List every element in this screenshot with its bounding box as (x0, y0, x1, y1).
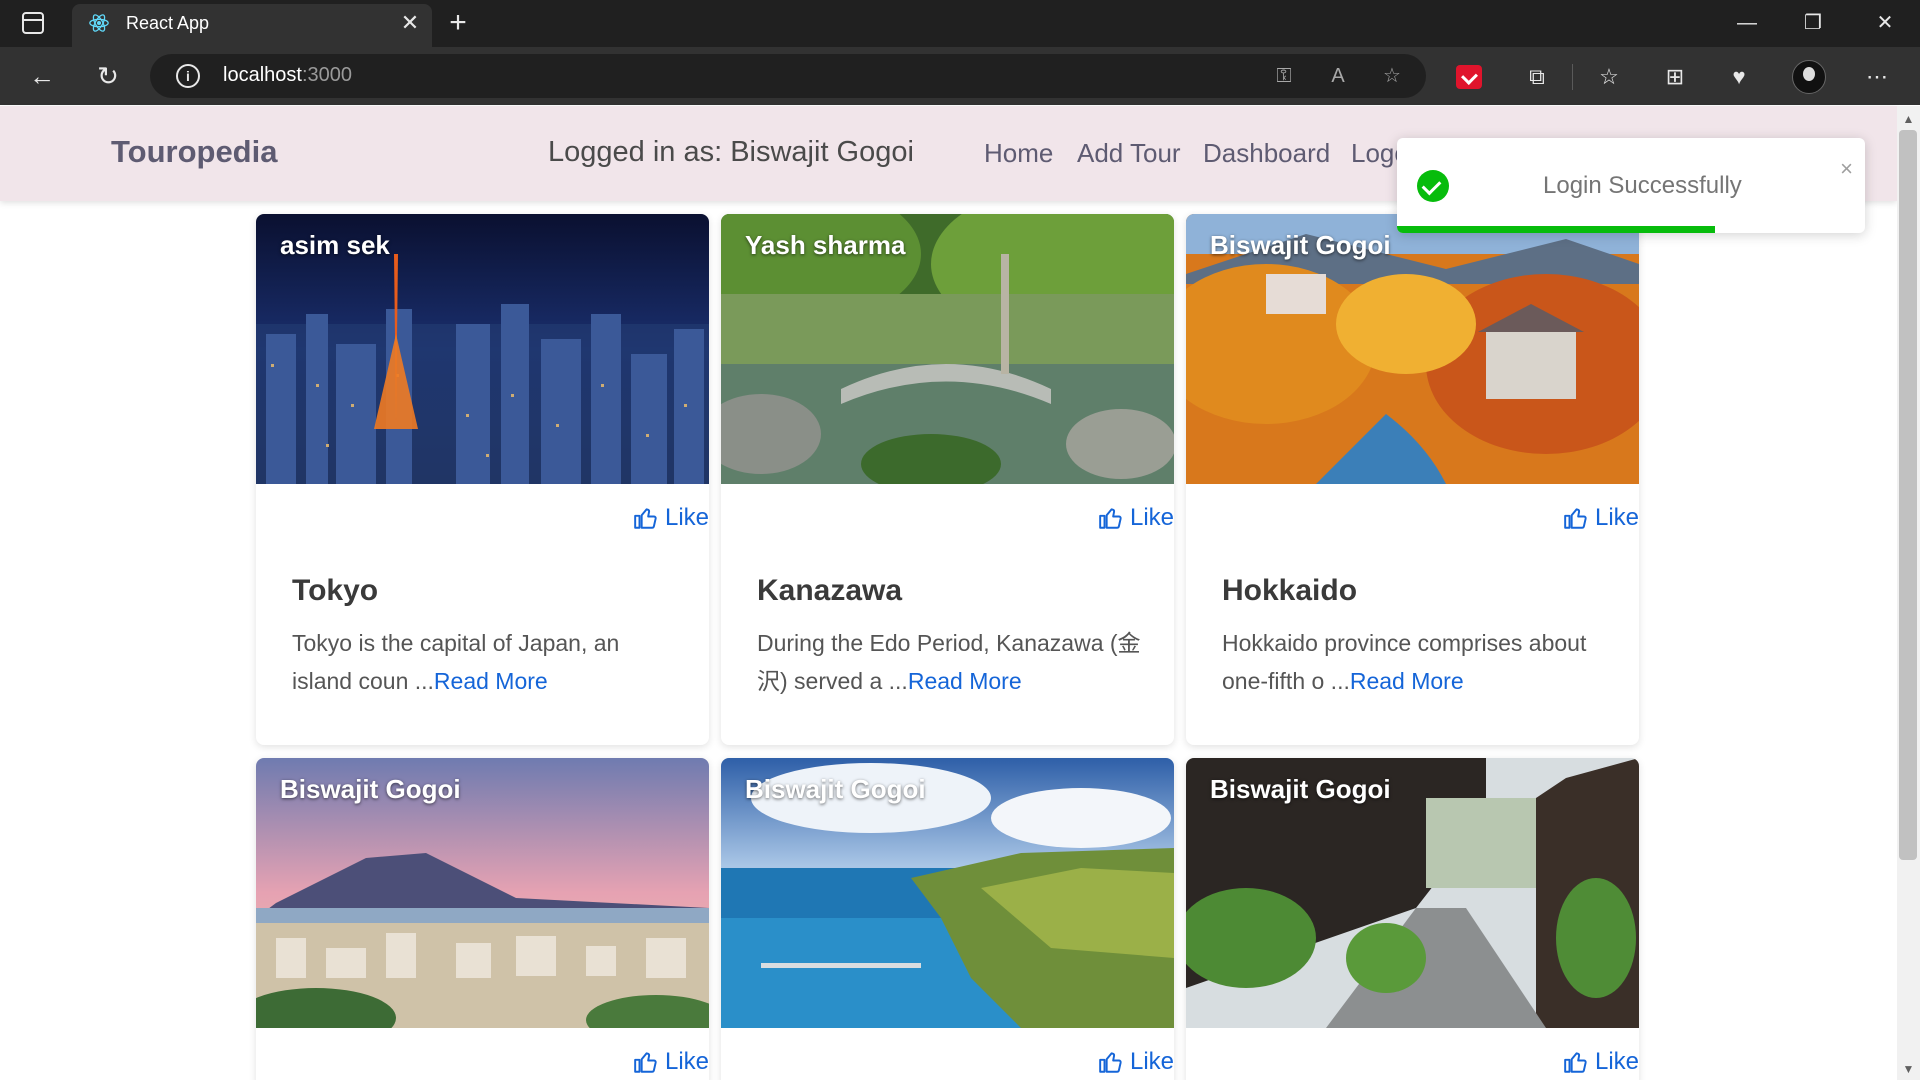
tab-title: React App (126, 13, 210, 33)
like-button[interactable]: Like (1098, 504, 1174, 532)
tour-title: Hokkaido (1222, 574, 1358, 607)
add-favorite-icon[interactable]: ☆ (1378, 62, 1406, 90)
check-circle-icon (1417, 170, 1449, 202)
minimize-icon[interactable]: — (1724, 8, 1770, 38)
tour-title: Tokyo (292, 574, 379, 607)
thumbs-up-icon (634, 508, 657, 529)
react-logo-icon (89, 14, 109, 32)
thumbs-up-icon (634, 1052, 657, 1073)
tour-author: Biswajit Gogoi (1210, 230, 1391, 260)
url-host: localhost (223, 64, 302, 86)
tour-card: Biswajit Gogoi Like (1186, 758, 1639, 1080)
like-label: Like (1594, 504, 1639, 531)
nav-link-dashboard[interactable]: Dashboard (1203, 138, 1330, 169)
toolbar-divider (1572, 64, 1573, 90)
thumbs-up-icon (1564, 508, 1587, 529)
logged-in-user: Logged in as: Biswajit Gogoi (548, 136, 914, 168)
thumbs-up-icon (1099, 1052, 1122, 1073)
read-more-link[interactable]: Read More (434, 668, 548, 694)
maximize-icon[interactable]: ❐ (1790, 8, 1836, 38)
read-more-link[interactable]: Read More (1350, 668, 1464, 694)
brand-logo[interactable]: Touropedia (111, 134, 277, 170)
tab-actions-icon[interactable] (22, 12, 44, 34)
tour-title: Kanazawa (757, 574, 903, 607)
like-label: Like (1594, 1048, 1639, 1075)
like-button[interactable]: Like (633, 1048, 709, 1076)
key-icon[interactable]: ⚿ (1270, 62, 1298, 90)
like-label: Like (664, 1048, 709, 1075)
thumbs-up-icon (1099, 508, 1122, 529)
tour-author: asim sek (280, 230, 390, 260)
extensions-icon[interactable]: ⧉ (1522, 62, 1552, 92)
nav-link-add-tour[interactable]: Add Tour (1077, 138, 1181, 169)
read-more-link[interactable]: Read More (908, 668, 1022, 694)
tour-author: Biswajit Gogoi (745, 774, 926, 804)
like-label: Like (1129, 1048, 1174, 1075)
nav-link-home[interactable]: Home (984, 138, 1053, 169)
tour-excerpt: Tokyo is the capital of Japan, an island… (292, 624, 682, 700)
read-aloud-icon[interactable]: A (1324, 62, 1352, 90)
toast-close-icon[interactable]: × (1840, 156, 1853, 182)
toast-message: Login Successfully (1543, 172, 1742, 199)
toast-progress-bar (1397, 226, 1716, 233)
like-button[interactable]: Like (1563, 1048, 1639, 1076)
back-icon[interactable]: ← (26, 60, 58, 92)
like-button[interactable]: Like (1098, 1048, 1174, 1076)
tour-author: Biswajit Gogoi (1210, 774, 1391, 804)
new-tab-icon[interactable]: + (442, 6, 474, 40)
like-button[interactable]: Like (1563, 504, 1639, 532)
thumbs-up-icon (1564, 1052, 1587, 1073)
like-label: Like (1129, 504, 1174, 531)
window-close-icon[interactable]: ✕ (1862, 8, 1908, 38)
url-text[interactable]: localhost:3000 (223, 64, 352, 87)
scroll-down-icon[interactable]: ▼ (1897, 1058, 1920, 1080)
like-button[interactable]: Like (633, 504, 709, 532)
tour-author: Biswajit Gogoi (280, 774, 461, 804)
more-menu-icon[interactable]: ⋯ (1862, 62, 1892, 92)
favorites-icon[interactable]: ☆ (1594, 62, 1624, 92)
tour-card: Biswajit Gogoi Like Hokkaido Hokkaido pr… (1186, 214, 1639, 745)
profile-avatar[interactable] (1792, 60, 1826, 94)
tour-excerpt: During the Edo Period, Kanazawa (金沢) ser… (757, 624, 1147, 700)
reload-icon[interactable]: ↻ (92, 60, 124, 92)
success-toast: Login Successfully × (1397, 138, 1865, 233)
site-info-icon[interactable]: i (176, 64, 200, 88)
browser-essentials-icon[interactable]: ♥ (1724, 62, 1754, 92)
tour-card: Yash sharma Like Kanazawa During the Edo… (721, 214, 1174, 745)
collections-icon[interactable]: ⊞ (1660, 62, 1690, 92)
tour-excerpt: Hokkaido province comprises about one-fi… (1222, 624, 1612, 700)
tour-card: Biswajit Gogoi Like (256, 758, 709, 1080)
tour-author: Yash sharma (745, 230, 906, 260)
tour-card: Biswajit Gogoi Like (721, 758, 1174, 1080)
like-label: Like (664, 504, 709, 531)
url-port: :3000 (301, 64, 352, 86)
scroll-up-icon[interactable]: ▲ (1897, 108, 1920, 130)
scroll-thumb[interactable] (1899, 130, 1917, 860)
pocket-extension-icon[interactable] (1456, 65, 1482, 89)
tour-card: asim sek Like Tokyo Tokyo is the capital… (256, 214, 709, 745)
tab-close-icon[interactable]: ✕ (398, 9, 422, 37)
